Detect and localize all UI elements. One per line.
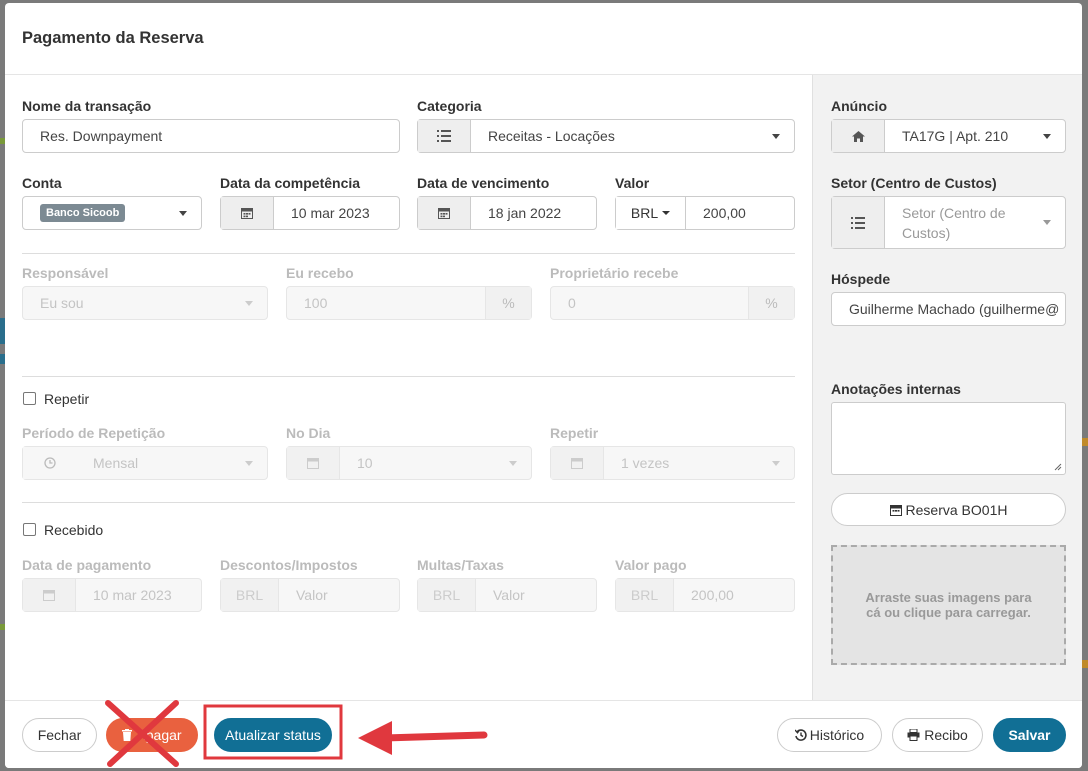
arrow-left-icon [358, 721, 488, 755]
highlight-box [203, 704, 343, 760]
cross-out-mark [105, 700, 179, 767]
annotation-overlay [105, 700, 488, 767]
